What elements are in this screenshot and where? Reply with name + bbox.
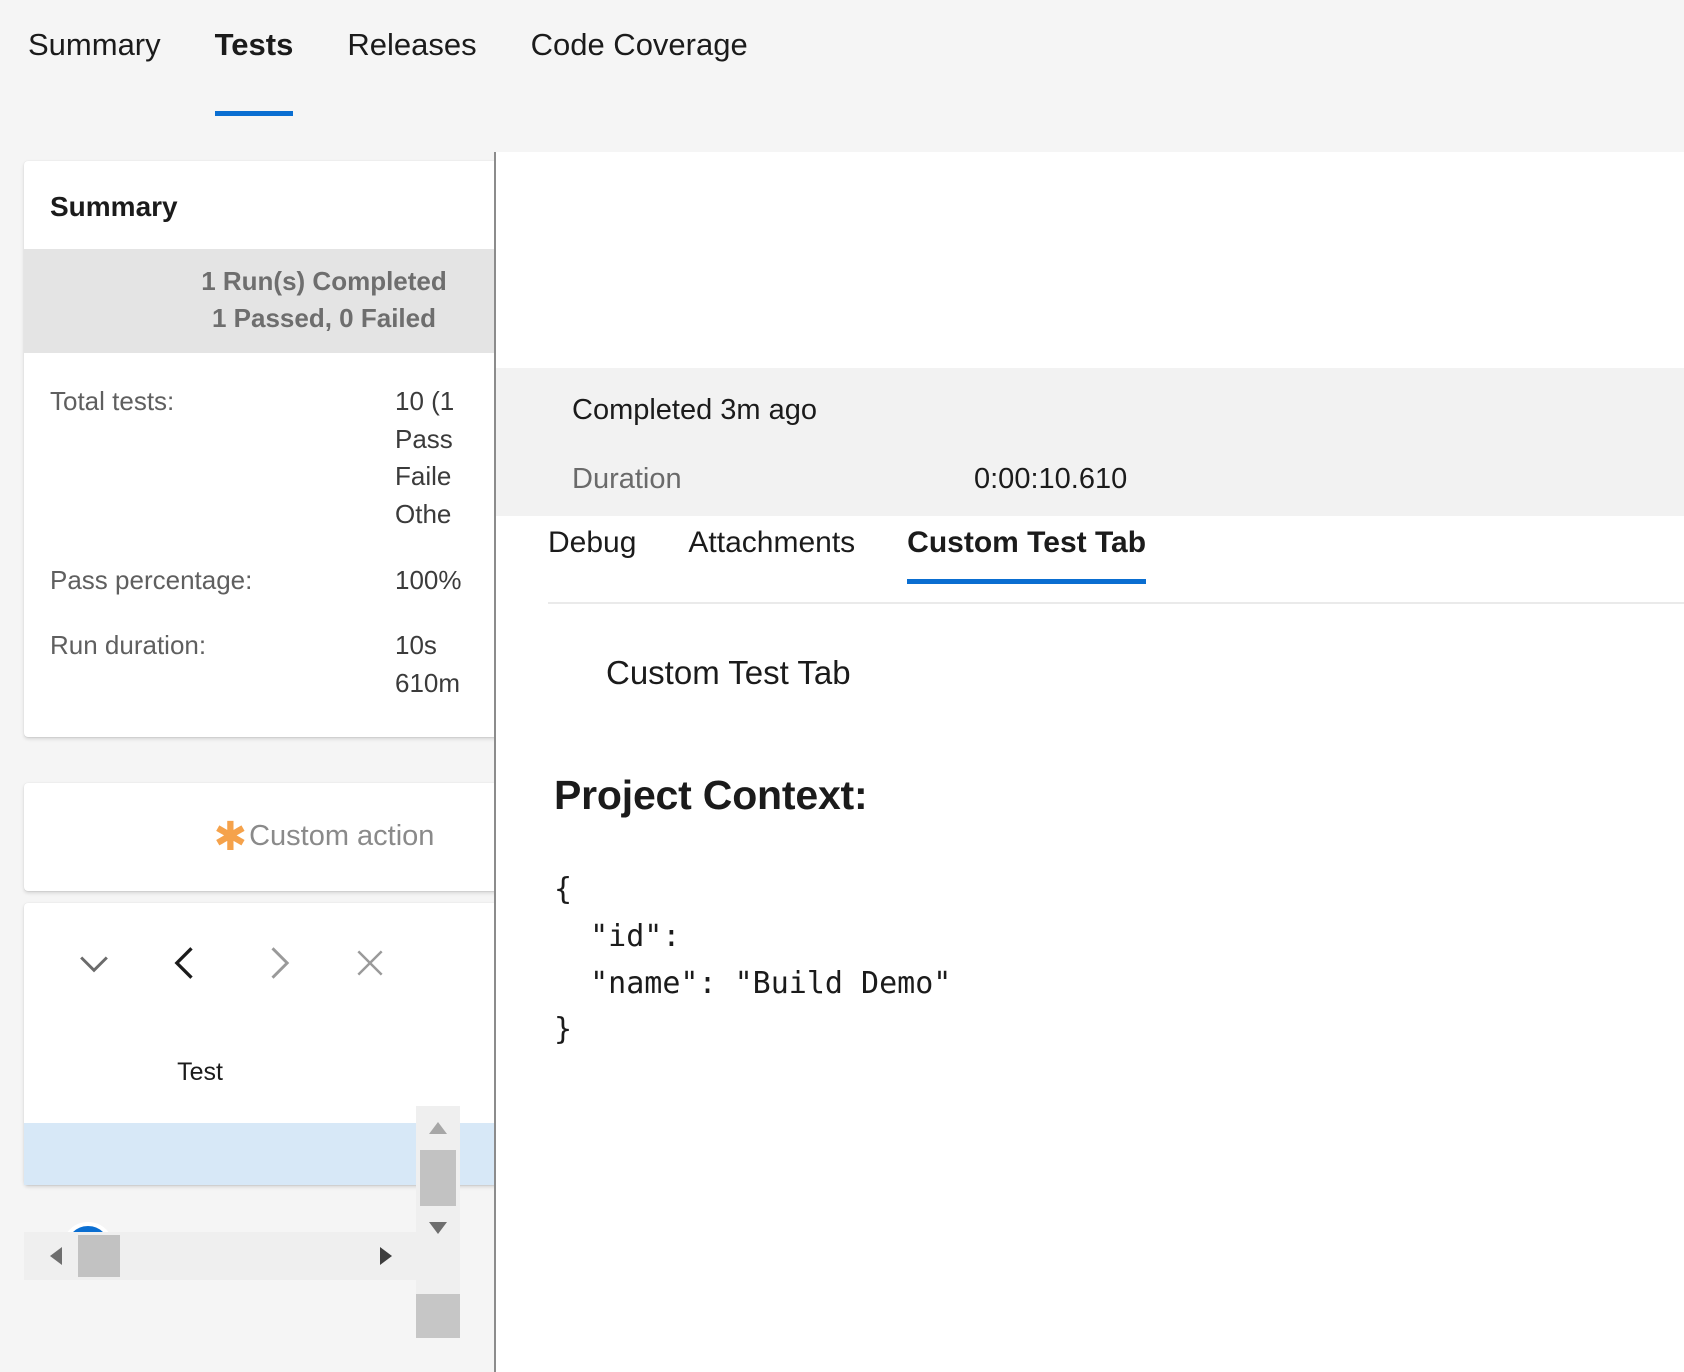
detail-header: Completed 3m ago Duration 0:00:10.610	[496, 368, 1684, 516]
duration-value: 0:00:10.610	[974, 463, 1127, 496]
scroll-down-arrow-icon[interactable]	[416, 1206, 460, 1250]
tab-tests[interactable]: Tests	[215, 26, 294, 73]
stat-values: 100%	[395, 562, 462, 600]
grid-column-test[interactable]: Test	[24, 1058, 376, 1087]
stat-label: Pass percentage:	[50, 562, 395, 600]
project-context-title: Project Context:	[496, 692, 1684, 819]
scroll-left-arrow-icon[interactable]	[34, 1232, 78, 1280]
stat-value: 100%	[395, 562, 462, 600]
asterisk-icon: ✱	[214, 817, 248, 857]
app-root: Summary Tests Releases Code Coverage Sum…	[0, 0, 1684, 1372]
vertical-scroll-thumb[interactable]	[420, 1150, 456, 1206]
horizontal-scroll-thumb[interactable]	[78, 1235, 120, 1277]
close-icon[interactable]	[324, 917, 416, 1009]
grid-horizontal-scrollbar[interactable]	[24, 1232, 416, 1280]
test-detail-panel: Completed 3m ago Duration 0:00:10.610 De…	[494, 152, 1684, 1372]
grid-vertical-scrollbar[interactable]	[416, 1106, 460, 1338]
tab-summary[interactable]: Summary	[28, 26, 161, 73]
stat-value: 10s	[395, 627, 460, 665]
duration-label: Duration	[572, 463, 682, 496]
project-context-code: { "id": "name": "Build Demo" }	[496, 819, 1684, 1054]
custom-tab-heading: Custom Test Tab	[496, 622, 1684, 692]
tab-releases[interactable]: Releases	[347, 26, 476, 73]
stat-value: Pass	[395, 421, 454, 459]
detail-body: Custom Test Tab Project Context: { "id":…	[496, 622, 1684, 1054]
chevron-left-icon[interactable]	[140, 917, 232, 1009]
top-tab-bar: Summary Tests Releases Code Coverage	[0, 0, 1684, 152]
completed-timestamp: Completed 3m ago	[572, 394, 817, 427]
tab-custom-test-tab[interactable]: Custom Test Tab	[907, 526, 1146, 582]
scroll-right-arrow-icon[interactable]	[364, 1232, 408, 1280]
stat-values: 10 (1 Pass Faile Othe	[395, 383, 454, 534]
tab-attachments[interactable]: Attachments	[688, 526, 855, 582]
scroll-up-arrow-icon[interactable]	[416, 1106, 460, 1150]
stat-value: Othe	[395, 496, 454, 534]
custom-action-label: Custom action	[249, 820, 434, 853]
tab-code-coverage[interactable]: Code Coverage	[531, 26, 748, 73]
chevron-down-icon[interactable]	[48, 917, 140, 1009]
chevron-right-icon[interactable]	[232, 917, 324, 1009]
vertical-scroll-track-end[interactable]	[416, 1294, 460, 1338]
stat-value: 610m	[395, 665, 460, 703]
detail-tab-bar: Debug Attachments Custom Test Tab	[548, 526, 1684, 604]
tab-debug[interactable]: Debug	[548, 526, 636, 582]
stat-values: 10s 610m	[395, 627, 460, 702]
stat-value: 10 (1	[395, 383, 454, 421]
stat-label: Run duration:	[50, 627, 395, 702]
stat-label: Total tests:	[50, 383, 395, 534]
stat-value: Faile	[395, 458, 454, 496]
